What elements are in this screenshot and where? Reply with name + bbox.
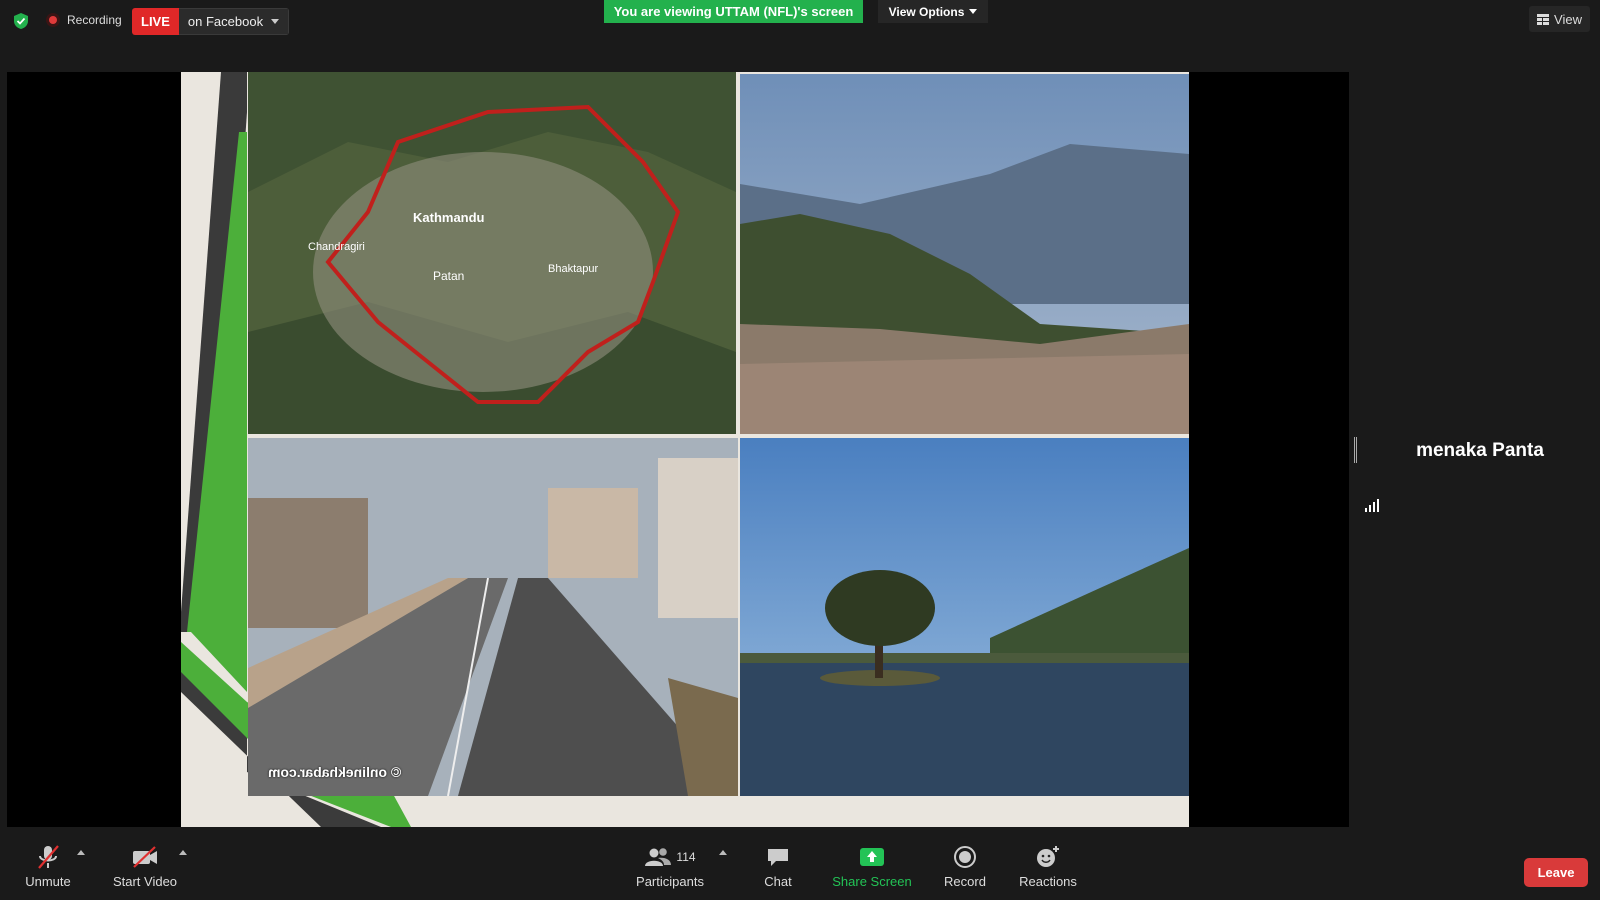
start-video-label: Start Video — [112, 874, 178, 889]
record-button[interactable]: Record — [940, 842, 990, 900]
live-badge: LIVE — [132, 8, 179, 35]
video-off-icon — [131, 842, 159, 872]
grid-view-icon — [1537, 13, 1550, 25]
participants-count: 114 — [676, 850, 696, 864]
share-screen-label: Share Screen — [832, 874, 912, 889]
participants-label: Participants — [636, 874, 704, 889]
share-screen-button[interactable]: Share Screen — [832, 842, 912, 900]
leave-button[interactable]: Leave — [1524, 858, 1588, 887]
chevron-down-icon — [271, 19, 280, 24]
unmute-label: Unmute — [25, 874, 71, 889]
svg-text:Chandragiri: Chandragiri — [308, 241, 365, 253]
shared-screen: Kathmandu Patan Bhaktapur Chandragiri © … — [7, 72, 1349, 827]
chat-bubble-icon — [766, 842, 790, 872]
video-options-caret-icon[interactable] — [179, 850, 187, 855]
presentation-slide: Kathmandu Patan Bhaktapur Chandragiri © … — [181, 72, 1189, 827]
lake-with-tree-image — [740, 438, 1189, 796]
ring-road-image: © onlinekhabar.com — [248, 438, 738, 796]
record-icon — [953, 842, 977, 872]
participant-name: menaka Panta — [1416, 440, 1544, 461]
unmute-button[interactable]: Unmute — [22, 842, 74, 900]
view-options-label: View Options — [888, 4, 965, 19]
chat-button[interactable]: Chat — [758, 842, 798, 900]
recording-indicator[interactable]: Recording — [46, 13, 122, 27]
smiley-plus-icon — [1035, 842, 1061, 872]
live-destination-label: on Facebook — [187, 14, 264, 29]
meeting-toolbar: Unmute Start Video 114 Participants Chat — [0, 842, 1600, 900]
chat-label: Chat — [764, 874, 792, 889]
viewing-screen-banner: You are viewing UTTAM (NFL)'s screen — [604, 0, 863, 23]
audio-options-caret-icon[interactable] — [77, 850, 85, 855]
reactions-label: Reactions — [1019, 874, 1077, 889]
participants-icon — [645, 848, 672, 866]
live-destination-dropdown[interactable]: on Facebook — [178, 8, 290, 35]
svg-text:Kathmandu: Kathmandu — [413, 210, 485, 225]
participants-options-caret-icon[interactable] — [719, 850, 727, 855]
kathmandu-city-hills-image — [740, 74, 1189, 434]
participants-icon-group: 114 — [644, 842, 696, 872]
reactions-button[interactable]: Reactions — [1018, 842, 1078, 900]
chevron-down-icon — [969, 9, 978, 14]
svg-text:Bhaktapur: Bhaktapur — [548, 263, 598, 275]
signal-bars-icon — [1365, 498, 1379, 512]
record-label: Record — [944, 874, 986, 889]
participants-button[interactable]: 114 Participants — [634, 842, 706, 900]
view-button[interactable]: View — [1529, 6, 1590, 32]
view-label: View — [1554, 11, 1582, 27]
share-screen-icon — [859, 842, 885, 872]
start-video-button[interactable]: Start Video — [110, 842, 180, 900]
svg-text:Patan: Patan — [433, 269, 464, 283]
panel-resize-handle[interactable] — [1354, 437, 1357, 463]
recording-label: Recording — [67, 13, 122, 27]
meeting-window: Recording LIVE on Facebook You are viewi… — [0, 0, 1600, 900]
watermark-text: © onlinekhabar.com — [268, 764, 402, 780]
shield-check-icon[interactable] — [12, 12, 30, 30]
recording-dot-icon — [46, 13, 60, 27]
microphone-muted-icon — [36, 842, 60, 872]
kathmandu-valley-map-image: Kathmandu Patan Bhaktapur Chandragiri — [248, 72, 736, 434]
live-stream-control[interactable]: LIVE on Facebook — [132, 8, 290, 35]
top-bar: Recording LIVE on Facebook You are viewi… — [0, 0, 1600, 44]
view-options-button[interactable]: View Options — [878, 0, 988, 23]
